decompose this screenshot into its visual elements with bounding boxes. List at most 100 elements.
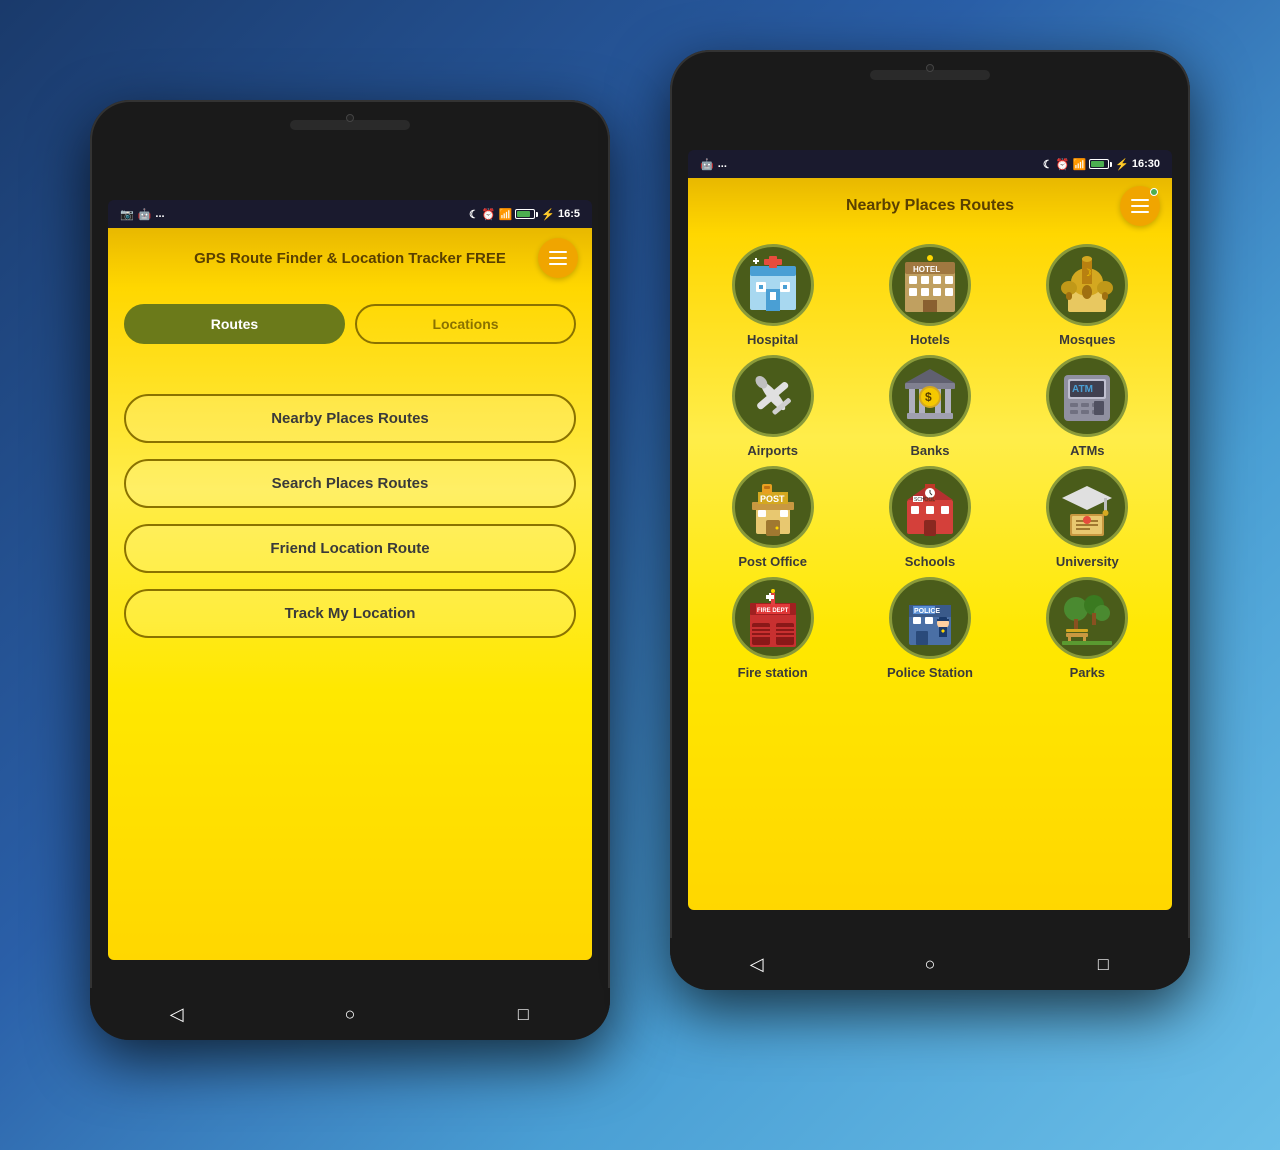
hospital-icon-circle — [732, 244, 814, 326]
left-screen-content: Routes Locations Nearby Places Routes Se… — [108, 288, 592, 960]
place-schools[interactable]: SCHOOL Schools — [853, 466, 1006, 569]
tab-locations[interactable]: Locations — [355, 304, 576, 344]
fire-svg: FIRE DEPT — [742, 587, 804, 649]
place-hotels[interactable]: HOTEL — [853, 244, 1006, 347]
left-menu-button[interactable] — [538, 238, 578, 278]
left-app-header: GPS Route Finder & Location Tracker FREE — [108, 228, 592, 288]
nearby-places-button[interactable]: Nearby Places Routes — [124, 394, 576, 443]
atms-svg: ATM — [1056, 365, 1118, 427]
right-screen-content: Hospital HOTEL — [688, 234, 1172, 910]
parks-icon-circle — [1046, 577, 1128, 659]
airports-svg — [742, 365, 804, 427]
police-label: Police Station — [887, 665, 973, 680]
hamburger-line-1 — [549, 251, 567, 253]
place-hospital[interactable]: Hospital — [696, 244, 849, 347]
moon-icon-right: ☾ — [1043, 158, 1053, 171]
place-parks[interactable]: Parks — [1011, 577, 1164, 680]
mosques-svg: ☽ — [1056, 254, 1118, 316]
atms-icon-circle: ATM — [1046, 355, 1128, 437]
charging-icon: ⚡ — [541, 208, 555, 221]
search-places-button[interactable]: Search Places Routes — [124, 459, 576, 508]
hamburger-line-2 — [549, 257, 567, 259]
hamburger-line-3 — [549, 263, 567, 265]
recent-button-right[interactable]: □ — [1085, 946, 1121, 982]
main-menu-list: Nearby Places Routes Search Places Route… — [124, 394, 576, 638]
friend-location-button[interactable]: Friend Location Route — [124, 524, 576, 573]
right-bottom-nav: ◁ ○ □ — [670, 938, 1190, 990]
charging-icon-right: ⚡ — [1115, 158, 1129, 171]
home-button-left[interactable]: ○ — [332, 996, 368, 1032]
phone-right: 🤖 ... ☾ ⏰ 📶 ⚡ 16:30 — [670, 50, 1190, 990]
hotels-svg: HOTEL — [899, 254, 961, 316]
android-icon-right: 🤖 — [700, 158, 714, 171]
svg-text:POST: POST — [760, 494, 785, 504]
place-airports[interactable]: Airports — [696, 355, 849, 458]
fire-icon-circle: FIRE DEPT — [732, 577, 814, 659]
back-button-left[interactable]: ◁ — [159, 996, 195, 1032]
place-police-station[interactable]: POLICE — [853, 577, 1006, 680]
police-svg: POLICE — [899, 587, 961, 649]
banks-svg: $ — [899, 365, 961, 427]
left-status-bar: 📷 🤖 ... ☾ ⏰ 📶 ⚡ 16:5 — [108, 200, 592, 228]
parks-label: Parks — [1070, 665, 1105, 680]
hospital-svg — [742, 254, 804, 316]
place-fire-station[interactable]: FIRE DEPT Fire station — [696, 577, 849, 680]
wifi-icon-right: 📶 — [1072, 158, 1086, 171]
places-grid: Hospital HOTEL — [696, 244, 1164, 680]
left-app-title: GPS Route Finder & Location Tracker FREE — [162, 250, 538, 267]
alarm-icon-right: ⏰ — [1056, 158, 1070, 171]
back-button-right[interactable]: ◁ — [739, 946, 775, 982]
hotels-icon-circle: HOTEL — [889, 244, 971, 326]
post-svg: POST — [742, 476, 804, 538]
place-university[interactable]: University — [1011, 466, 1164, 569]
university-label: University — [1056, 554, 1119, 569]
place-mosques[interactable]: ☽ Mosques — [1011, 244, 1164, 347]
tab-row: Routes Locations — [124, 304, 576, 344]
battery-indicator-right — [1089, 159, 1112, 169]
svg-text:FIRE DEPT: FIRE DEPT — [757, 608, 789, 614]
status-left-icons: 📷 🤖 ... — [120, 208, 165, 221]
fire-label: Fire station — [738, 665, 808, 680]
right-app-title: Nearby Places Routes — [846, 197, 1014, 215]
hamburger-line-r2 — [1131, 205, 1149, 207]
recent-button-left[interactable]: □ — [505, 996, 541, 1032]
hospital-label: Hospital — [747, 332, 798, 347]
airports-icon-circle — [732, 355, 814, 437]
nearby-content: Hospital HOTEL — [688, 234, 1172, 910]
svg-text:POLICE: POLICE — [914, 608, 940, 615]
university-svg — [1056, 476, 1118, 538]
schools-label: Schools — [905, 554, 956, 569]
airports-label: Airports — [747, 443, 798, 458]
svg-text:☽: ☽ — [1083, 268, 1092, 279]
police-icon-circle: POLICE — [889, 577, 971, 659]
time-right: 16:30 — [1132, 158, 1160, 170]
place-atms[interactable]: ATM ATMs — [1011, 355, 1164, 458]
more-icon: ... — [155, 208, 164, 220]
battery-tip — [536, 212, 538, 217]
battery-body-right — [1089, 159, 1109, 169]
right-status-bar: 🤖 ... ☾ ⏰ 📶 ⚡ 16:30 — [688, 150, 1172, 178]
wifi-icon: 📶 — [499, 208, 513, 221]
home-button-right[interactable]: ○ — [912, 946, 948, 982]
banks-icon-circle: $ — [889, 355, 971, 437]
atms-label: ATMs — [1070, 443, 1104, 458]
track-location-button[interactable]: Track My Location — [124, 589, 576, 638]
right-screen: 🤖 ... ☾ ⏰ 📶 ⚡ 16:30 — [688, 150, 1172, 910]
phones-container: 📷 🤖 ... ☾ ⏰ 📶 ⚡ 16:5 — [90, 50, 1190, 1100]
place-post-office[interactable]: POST — [696, 466, 849, 569]
time-left: 16:5 — [558, 208, 580, 220]
right-menu-button[interactable] — [1120, 186, 1160, 226]
place-banks[interactable]: $ Banks — [853, 355, 1006, 458]
right-app-header: Nearby Places Routes — [688, 178, 1172, 234]
more-icon-right: ... — [718, 158, 727, 170]
hamburger-line-r3 — [1131, 211, 1149, 213]
android-icon: 🤖 — [138, 208, 152, 221]
left-screen: 📷 🤖 ... ☾ ⏰ 📶 ⚡ 16:5 — [108, 200, 592, 960]
mosques-icon-circle: ☽ — [1046, 244, 1128, 326]
alarm-icon: ⏰ — [482, 208, 496, 221]
svg-text:ATM: ATM — [1072, 384, 1093, 395]
tab-routes[interactable]: Routes — [124, 304, 345, 344]
battery-fill-right — [1091, 161, 1104, 167]
battery-indicator — [515, 209, 538, 219]
notification-dot — [1150, 188, 1158, 196]
